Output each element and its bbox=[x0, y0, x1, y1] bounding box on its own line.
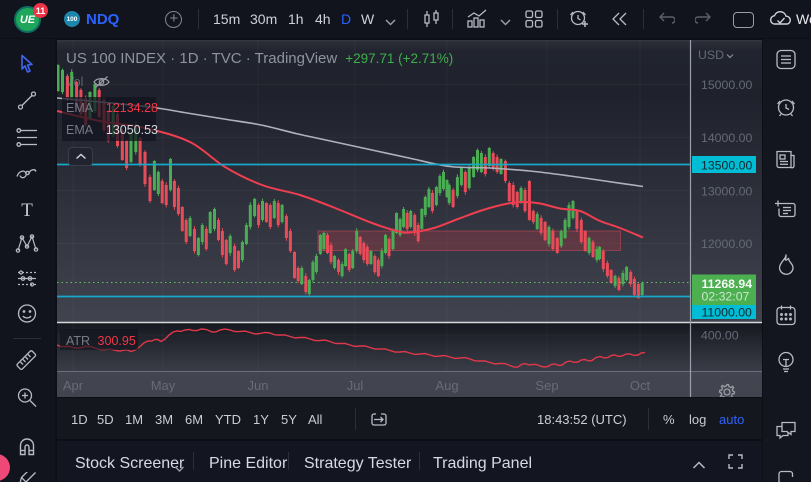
svg-text:400.00: 400.00 bbox=[701, 329, 739, 343]
svg-text:12000.00: 12000.00 bbox=[701, 237, 752, 251]
svg-text:Jun: Jun bbox=[248, 378, 269, 393]
svg-text:Sep: Sep bbox=[535, 378, 558, 393]
svg-text:11000.00: 11000.00 bbox=[702, 306, 753, 320]
svg-text:Oct: Oct bbox=[630, 378, 651, 393]
svg-text:Apr: Apr bbox=[63, 378, 84, 393]
svg-text:14000.00: 14000.00 bbox=[701, 131, 752, 145]
svg-text:USD: USD bbox=[698, 48, 724, 62]
svg-text:13000.00: 13000.00 bbox=[701, 185, 752, 199]
svg-text:Jul: Jul bbox=[347, 378, 364, 393]
svg-text:13500.00: 13500.00 bbox=[701, 158, 752, 172]
svg-text:May: May bbox=[151, 378, 176, 393]
svg-text:02:32:07: 02:32:07 bbox=[702, 290, 750, 304]
svg-text:Aug: Aug bbox=[435, 378, 458, 393]
svg-text:15000.00: 15000.00 bbox=[701, 78, 752, 92]
